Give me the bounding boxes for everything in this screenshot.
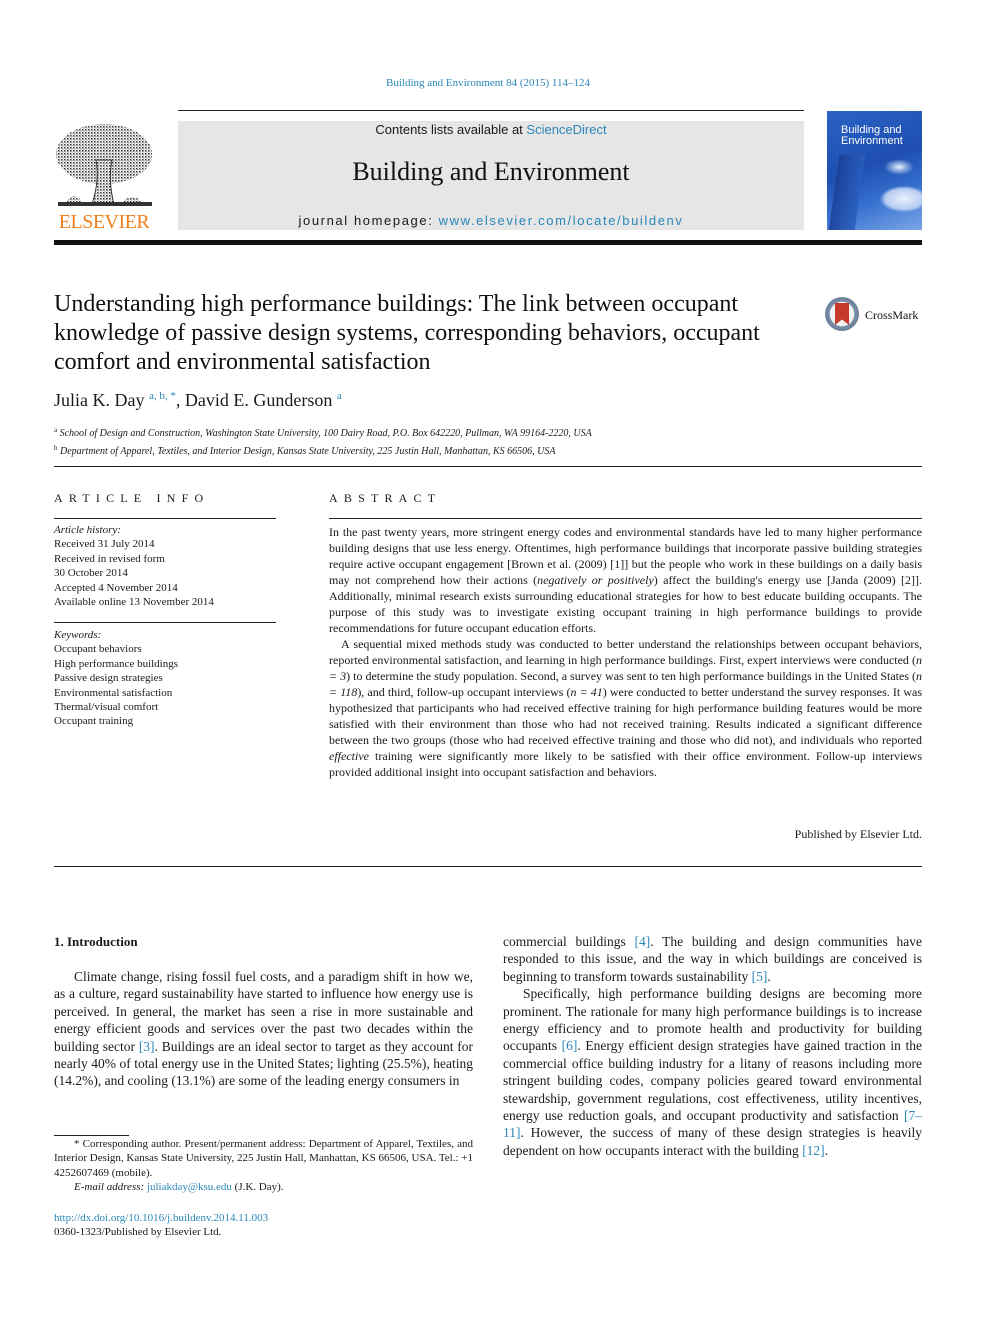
reference-link[interactable]: [4] xyxy=(635,934,651,949)
crossmark-label: CrossMark xyxy=(865,308,919,322)
abstract-body: In the past twenty years, more stringent… xyxy=(329,524,922,780)
elsevier-logo[interactable]: ELSEVIER xyxy=(52,120,156,232)
history-item: 30 October 2014 xyxy=(54,567,128,580)
section-rule xyxy=(54,466,922,467)
published-by: Published by Elsevier Ltd. xyxy=(794,827,922,841)
homepage-line: journal homepage: www.elsevier.com/locat… xyxy=(178,213,804,228)
affiliation-item: b Department of Apparel, Textiles, and I… xyxy=(54,444,556,457)
author-separator: , xyxy=(175,390,185,410)
author-name: Julia K. Day xyxy=(54,390,145,410)
journal-masthead: Contents lists available at ScienceDirec… xyxy=(178,121,804,230)
journal-cover-thumbnail[interactable]: Building and Environment xyxy=(827,111,922,230)
doi-link[interactable]: http://dx.doi.org/10.1016/j.buildenv.201… xyxy=(54,1211,268,1225)
keyword-item: Passive design strategies xyxy=(54,672,163,685)
article-info-rule xyxy=(54,622,276,623)
history-item: Accepted 4 November 2014 xyxy=(54,581,178,594)
issn-line: 0360-1323/Published by Elsevier Ltd. xyxy=(54,1226,222,1239)
article-info-rule xyxy=(54,518,276,519)
intro-column-left: Climate change, rising fossil fuel costs… xyxy=(54,968,473,1090)
author-affiliation-marks[interactable]: a, b, * xyxy=(149,390,176,402)
contents-prefix: Contents lists available at xyxy=(375,122,527,137)
keyword-item: Thermal/visual comfort xyxy=(54,701,159,714)
abstract-paragraph: In the past twenty years, more stringent… xyxy=(329,525,922,635)
body-paragraph: Specifically, high performance building … xyxy=(503,986,923,1158)
reference-link[interactable]: [3] xyxy=(139,1039,155,1054)
author-affiliation-marks[interactable]: a xyxy=(337,390,342,402)
cover-cloud-graphic xyxy=(884,159,914,175)
footnote-rule xyxy=(54,1135,129,1136)
history-item: Received 31 July 2014 xyxy=(54,538,155,551)
homepage-prefix: journal homepage: xyxy=(298,213,439,228)
body-paragraph: commercial buildings [4]. The building a… xyxy=(503,934,922,984)
author-name: David E. Gunderson xyxy=(184,390,333,410)
email-link[interactable]: juliakday@ksu.edu xyxy=(147,1181,232,1193)
tree-icon xyxy=(56,124,152,206)
cover-title: Building and Environment xyxy=(841,124,903,147)
section-rule xyxy=(54,866,922,867)
body-paragraph: Climate change, rising fossil fuel costs… xyxy=(54,969,473,1089)
keyword-item: Occupant behaviors xyxy=(54,643,142,656)
affiliation-item: a School of Design and Construction, Was… xyxy=(54,426,592,439)
contents-line: Contents lists available at ScienceDirec… xyxy=(178,122,804,137)
history-label: Article history: xyxy=(54,524,121,536)
article-history: Article history: Received 31 July 2014 R… xyxy=(54,523,214,609)
intro-column-right: commercial buildings [4]. The building a… xyxy=(503,933,922,1159)
article-info-heading: ARTICLE INFO xyxy=(54,491,210,505)
crossmark-button[interactable]: CrossMark xyxy=(825,297,935,335)
abstract-paragraph: A sequential mixed methods study was con… xyxy=(329,637,922,779)
elsevier-wordmark: ELSEVIER xyxy=(58,211,150,233)
abstract-rule xyxy=(329,518,922,519)
journal-citation[interactable]: Building and Environment 84 (2015) 114–1… xyxy=(0,77,976,89)
abstract-heading: ABSTRACT xyxy=(329,491,442,505)
keyword-item: High performance buildings xyxy=(54,657,179,670)
cover-tower-graphic xyxy=(827,155,866,230)
affiliations: a School of Design and Construction, Was… xyxy=(54,423,592,459)
footnote: * Corresponding author. Present/permanen… xyxy=(54,1137,473,1195)
journal-name: Building and Environment xyxy=(352,157,630,186)
reference-link[interactable]: [5] xyxy=(752,969,768,984)
corresponding-author-note: * Corresponding author. Present/permanen… xyxy=(54,1138,473,1179)
cover-cloud-graphic xyxy=(880,186,922,212)
keyword-item: Environmental satisfaction xyxy=(54,686,173,699)
section-heading-introduction: 1. Introduction xyxy=(54,934,138,949)
keywords: Keywords: Occupant behaviors High perfor… xyxy=(54,628,178,729)
doi-block: http://dx.doi.org/10.1016/j.buildenv.201… xyxy=(54,1211,268,1240)
header-thick-rule xyxy=(54,240,922,245)
header-rule xyxy=(178,110,804,111)
reference-link[interactable]: [6] xyxy=(562,1038,578,1053)
history-item: Received in revised form xyxy=(54,552,165,565)
keyword-item: Occupant training xyxy=(54,715,134,728)
homepage-link[interactable]: www.elsevier.com/locate/buildenv xyxy=(439,213,684,228)
article-title: Understanding high performance buildings… xyxy=(54,291,760,375)
email-note: E-mail address: juliakday@ksu.edu (J.K. … xyxy=(74,1181,284,1194)
sciencedirect-link[interactable]: ScienceDirect xyxy=(526,122,606,137)
reference-link[interactable]: [12] xyxy=(802,1143,825,1158)
keywords-label: Keywords: xyxy=(54,629,102,641)
history-item: Available online 13 November 2014 xyxy=(54,596,214,609)
author-list: Julia K. Day a, b, *, David E. Gunderson… xyxy=(54,390,342,411)
